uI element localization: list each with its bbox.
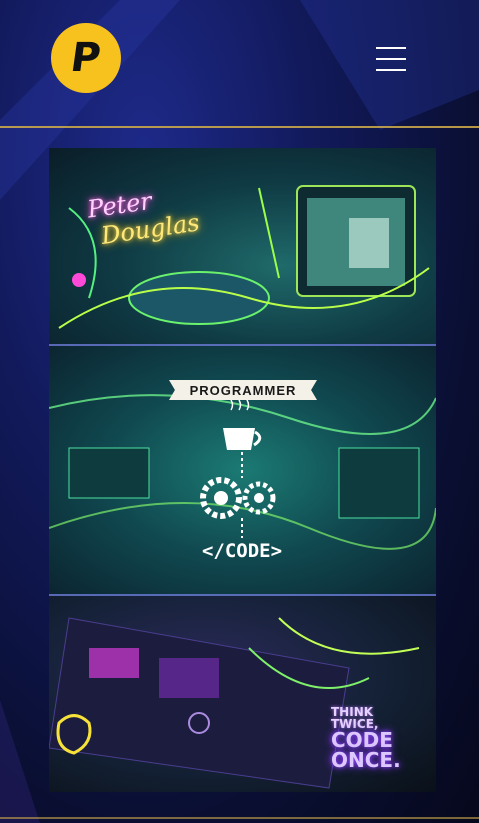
hamburger-menu-icon[interactable] bbox=[374, 44, 410, 74]
footer-divider bbox=[0, 817, 479, 819]
hero-image: Peter Douglas PROGRAMMER </CODE> THINK T… bbox=[49, 148, 436, 792]
motto-line-3: CODE bbox=[331, 728, 393, 752]
code-label: </CODE> bbox=[201, 540, 283, 562]
header-divider bbox=[0, 126, 479, 128]
site-header: P bbox=[0, 0, 479, 127]
programmer-banner: PROGRAMMER bbox=[169, 380, 317, 400]
site-logo[interactable]: P bbox=[51, 23, 121, 93]
motto-line-4: ONCE. bbox=[331, 748, 401, 772]
neon-motto: THINK TWICE, CODE ONCE. bbox=[331, 706, 431, 770]
logo-letter: P bbox=[68, 35, 104, 81]
banner-text: PROGRAMMER bbox=[189, 382, 297, 398]
